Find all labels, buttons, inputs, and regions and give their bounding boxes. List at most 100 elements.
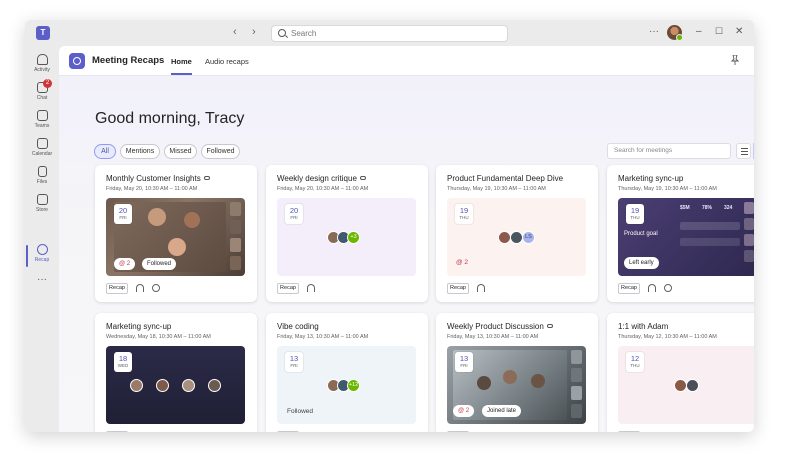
- video-tile: [571, 350, 582, 364]
- app-title: Meeting Recaps: [92, 55, 165, 66]
- file-icon: [37, 166, 47, 177]
- copilot-icon[interactable]: [152, 284, 160, 292]
- video-tile: [744, 250, 754, 262]
- meeting-thumbnail: 13 FRI +12 Followed: [277, 346, 416, 424]
- recap-button[interactable]: Recap: [618, 283, 640, 294]
- mention-count: @ 2: [453, 405, 475, 417]
- recap-button[interactable]: Recap: [106, 431, 128, 432]
- headphones-icon[interactable]: [136, 284, 144, 292]
- meeting-card[interactable]: Vibe coding Friday, May 13, 10:30 AM – 1…: [266, 313, 428, 432]
- mention-count: @ 2: [456, 259, 469, 266]
- initials-avatar: LS: [522, 231, 535, 244]
- meeting-thumbnail: 18 WED: [106, 346, 245, 424]
- video-tile: [230, 220, 241, 234]
- rail-item-chat[interactable]: 2 Chat: [25, 79, 59, 101]
- meeting-thumbnail: 12 THU: [618, 346, 754, 424]
- tab-audio-recaps[interactable]: Audio recaps: [205, 57, 249, 66]
- minimize-icon[interactable]: –: [696, 26, 702, 37]
- meeting-recaps-app-icon: [69, 53, 85, 69]
- date-chip: 19 THU: [626, 204, 644, 224]
- video-tile: [230, 202, 241, 216]
- tab-home[interactable]: Home: [171, 57, 192, 66]
- page-greeting: Good morning, Tracy: [95, 110, 245, 127]
- video-tile: [744, 234, 754, 246]
- meeting-card[interactable]: Weekly design critique Friday, May 20, 1…: [266, 165, 428, 302]
- rail-item-files[interactable]: Files: [25, 166, 59, 185]
- app-header: Meeting Recaps Home Audio recaps: [59, 46, 754, 76]
- recap-button[interactable]: Recap: [106, 283, 128, 294]
- recurring-icon: [203, 176, 210, 180]
- rail-label: Calendar: [31, 151, 53, 157]
- headphones-icon[interactable]: [648, 284, 656, 292]
- back-arrow-icon[interactable]: ‹: [233, 26, 237, 38]
- global-search-input[interactable]: Search: [271, 25, 508, 42]
- rail-item-calendar[interactable]: Calendar: [25, 138, 59, 157]
- headphones-icon[interactable]: [307, 284, 315, 292]
- meeting-card[interactable]: Marketing sync-up Wednesday, May 18, 10:…: [95, 313, 257, 432]
- meeting-card[interactable]: Marketing sync-up Thursday, May 19, 10:3…: [607, 165, 754, 302]
- meeting-thumbnail: 19 THU $5M 78% 324 Product goal Left ear…: [618, 198, 754, 276]
- meeting-thumbnail: 13 FRI @ 2 Joined late: [447, 346, 586, 424]
- recap-button[interactable]: Recap: [277, 431, 299, 432]
- grid-view-button[interactable]: [753, 143, 754, 159]
- forward-arrow-icon[interactable]: ›: [252, 26, 256, 38]
- meeting-card[interactable]: Monthly Customer Insights Friday, May 20…: [95, 165, 257, 302]
- filter-followed[interactable]: Followed: [201, 144, 240, 159]
- participant-avatars: [130, 379, 230, 393]
- date-chip: 13 FRI: [455, 352, 473, 372]
- recap-button[interactable]: Recap: [277, 283, 299, 294]
- recap-button[interactable]: Recap: [447, 431, 469, 432]
- card-title: Weekly Product Discussion: [447, 322, 553, 331]
- video-tile: [571, 404, 582, 418]
- recap-icon: [36, 244, 48, 255]
- rail-label: Recap: [34, 257, 50, 263]
- copilot-icon[interactable]: [664, 284, 672, 292]
- user-avatar[interactable]: [667, 25, 683, 41]
- status-tag: Followed: [142, 258, 177, 270]
- more-participants-badge: +3: [347, 231, 360, 244]
- participant-avatars: +3: [327, 231, 367, 245]
- recap-button[interactable]: Recap: [618, 431, 640, 432]
- meeting-card[interactable]: Product Fundamental Deep Dive Thursday, …: [436, 165, 598, 302]
- rail-more-icon[interactable]: ···: [25, 274, 59, 285]
- rail-item-recap[interactable]: Recap: [25, 244, 59, 263]
- date-chip: 20 FRI: [114, 204, 132, 224]
- participant-avatars: +12: [327, 379, 371, 393]
- maximize-icon[interactable]: ☐: [715, 26, 723, 37]
- filter-mentions[interactable]: Mentions: [120, 144, 160, 159]
- close-icon[interactable]: ✕: [735, 26, 743, 37]
- dashboard-metric: 78%: [702, 205, 713, 211]
- list-view-button[interactable]: [736, 143, 751, 159]
- card-subtitle: Friday, May 13, 10:30 AM – 11:00 AM: [277, 334, 369, 340]
- status-tag: Left early: [624, 257, 659, 269]
- meeting-card[interactable]: 1:1 with Adam Thursday, May 12, 10:30 AM…: [607, 313, 754, 432]
- card-title: Marketing sync-up: [106, 322, 172, 331]
- card-title: Monthly Customer Insights: [106, 174, 210, 183]
- avatar: [130, 379, 143, 392]
- dashboard-label: Product goal: [624, 231, 658, 237]
- rail-item-store[interactable]: Store: [25, 194, 59, 213]
- filter-missed[interactable]: Missed: [164, 144, 197, 159]
- avatar: [156, 379, 169, 392]
- pin-icon[interactable]: [731, 55, 739, 65]
- more-options-icon[interactable]: ···: [649, 26, 659, 37]
- dashboard-row: [680, 222, 740, 230]
- meeting-card[interactable]: Weekly Product Discussion Friday, May 13…: [436, 313, 598, 432]
- rail-item-activity[interactable]: Activity: [25, 54, 59, 73]
- search-icon: [278, 29, 286, 37]
- participant-face: [184, 212, 200, 228]
- recap-button[interactable]: Recap: [447, 283, 469, 294]
- filter-all[interactable]: All: [94, 144, 116, 159]
- card-title: Marketing sync-up: [618, 174, 684, 183]
- date-chip: 12 THU: [626, 352, 644, 372]
- rail-label: Chat: [36, 95, 48, 101]
- participant-avatars: LS: [498, 231, 538, 245]
- teams-logo-icon: T: [36, 26, 50, 40]
- date-chip: 18 WED: [114, 352, 132, 372]
- headphones-icon[interactable]: [477, 284, 485, 292]
- tab-home-underline: [171, 73, 192, 75]
- rail-item-teams[interactable]: Teams: [25, 110, 59, 129]
- search-meetings-input[interactable]: Search for meetings: [607, 143, 731, 159]
- date-chip: 20 FRI: [285, 204, 303, 224]
- mention-count: @ 2: [114, 258, 136, 270]
